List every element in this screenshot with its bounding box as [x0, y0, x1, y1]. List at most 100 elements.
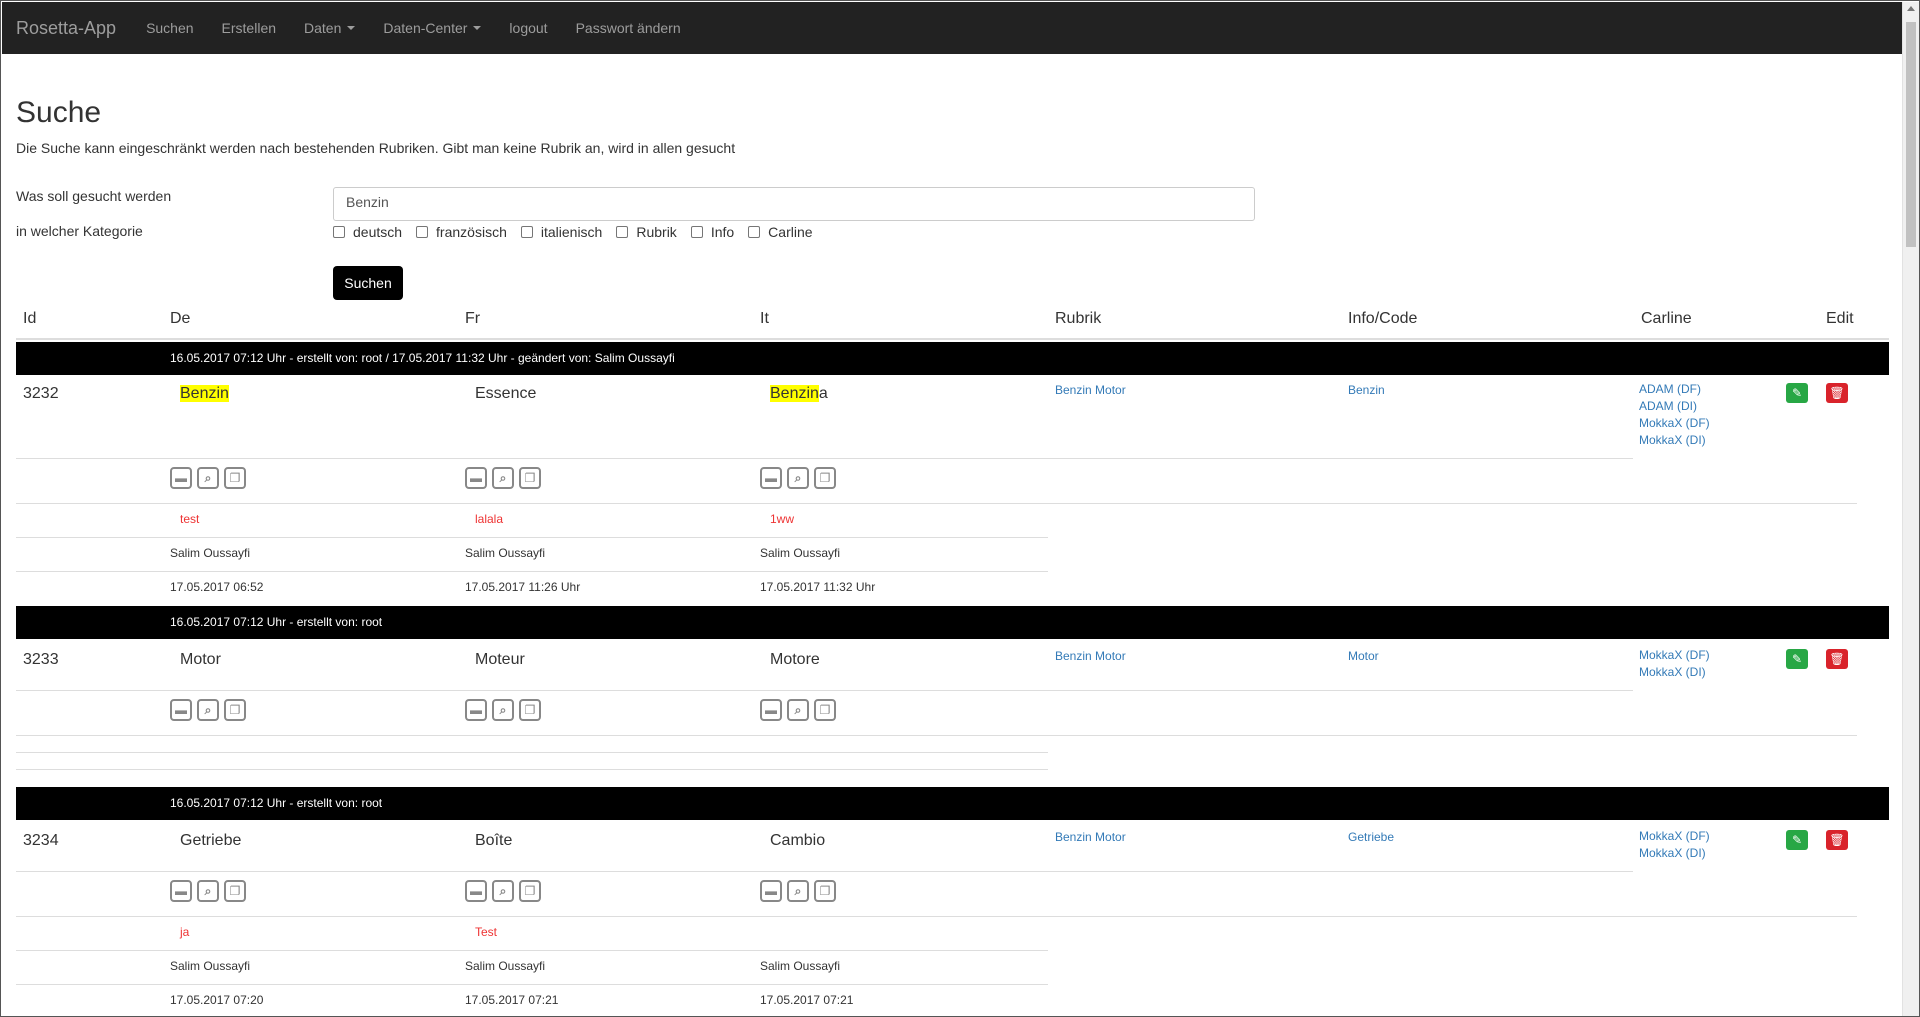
row-meta-bar: 16.05.2017 07:12 Uhr - erstellt von: roo…: [16, 606, 1889, 639]
checkbox-label: Carline: [768, 224, 813, 240]
nav-logout[interactable]: logout: [509, 20, 547, 36]
brand[interactable]: Rosetta-App: [16, 18, 116, 39]
pencil-icon: ✎: [1791, 833, 1803, 847]
edit-button[interactable]: ✎: [1786, 649, 1808, 669]
divider: [16, 769, 1048, 770]
cell-info[interactable]: Benzin: [1348, 383, 1385, 397]
search-icon[interactable]: ⌕: [492, 699, 514, 721]
search-icon[interactable]: ⌕: [787, 880, 809, 902]
copy-icon[interactable]: ❐: [519, 699, 541, 721]
comment-icon[interactable]: ▬: [760, 467, 782, 489]
checkbox-deutsch[interactable]: deutsch: [333, 224, 402, 240]
copy-icon[interactable]: ❐: [224, 880, 246, 902]
copy-icon[interactable]: ❐: [224, 699, 246, 721]
author-it: Salim Oussayfi: [760, 546, 841, 560]
search-icon[interactable]: ⌕: [787, 467, 809, 489]
de-actions: ▬ ⌕ ❐: [170, 880, 251, 902]
nav-daten-center-dropdown[interactable]: Daten-Center: [383, 20, 482, 36]
carline-link[interactable]: ADAM (DF): [1639, 381, 1710, 398]
search-input[interactable]: Benzin: [333, 187, 1255, 221]
carline-link[interactable]: ADAM (DI): [1639, 398, 1710, 415]
delete-button[interactable]: 🗑: [1826, 383, 1848, 403]
pencil-icon: ✎: [1791, 652, 1803, 666]
nav-logout-label: logout: [509, 20, 548, 36]
row-meta-bar: 16.05.2017 07:12 Uhr - erstellt von: roo…: [16, 342, 1889, 375]
cell-rubrik[interactable]: Benzin Motor: [1055, 649, 1126, 663]
comment-de: test: [180, 512, 200, 526]
highlight: Benzin: [180, 385, 229, 402]
edit-button[interactable]: ✎: [1786, 383, 1808, 403]
nav-passwort-aendern[interactable]: Passwort ändern: [576, 20, 681, 36]
nav-erstellen[interactable]: Erstellen: [222, 20, 276, 36]
nav-suchen-label: Suchen: [146, 20, 194, 36]
carline-link[interactable]: MokkaX (DI): [1639, 664, 1710, 681]
comment-icon[interactable]: ▬: [760, 880, 782, 902]
carline-link[interactable]: MokkaX (DF): [1639, 415, 1710, 432]
nav-suchen[interactable]: Suchen: [146, 20, 193, 36]
checkbox-carline[interactable]: Carline: [748, 224, 813, 240]
nav-daten-dropdown[interactable]: Daten: [304, 20, 356, 36]
checkbox-info[interactable]: Info: [690, 224, 734, 240]
copy-icon[interactable]: ❐: [224, 467, 246, 489]
col-it: It: [760, 310, 769, 327]
copy-icon[interactable]: ❐: [814, 880, 836, 902]
cell-rubrik[interactable]: Benzin Motor: [1055, 830, 1126, 844]
author-fr: Salim Oussayfi: [465, 959, 546, 973]
cell-fr: Essence: [475, 385, 537, 402]
copy-icon[interactable]: ❐: [814, 699, 836, 721]
divider: [16, 871, 1633, 872]
comment-icon[interactable]: ▬: [170, 880, 192, 902]
checkbox-box[interactable]: [520, 226, 533, 238]
divider: [16, 916, 1857, 917]
search-icon[interactable]: ⌕: [787, 699, 809, 721]
scrollbar-thumb[interactable]: [1906, 22, 1916, 247]
comment-icon[interactable]: ▬: [170, 467, 192, 489]
divider: [16, 571, 1048, 572]
copy-icon[interactable]: ❐: [814, 467, 836, 489]
scroll-up-arrow-icon[interactable]: [1907, 6, 1915, 11]
search-icon[interactable]: ⌕: [197, 467, 219, 489]
vertical-scrollbar[interactable]: [1902, 2, 1919, 1016]
date-it: 17.05.2017 11:32 Uhr: [760, 580, 876, 594]
search-icon[interactable]: ⌕: [492, 880, 514, 902]
search-icon[interactable]: ⌕: [197, 699, 219, 721]
carline-link[interactable]: MokkaX (DI): [1639, 432, 1710, 449]
fr-actions: ▬ ⌕ ❐: [465, 699, 546, 721]
checkbox-rubrik[interactable]: Rubrik: [616, 224, 677, 240]
checkbox-box[interactable]: [333, 226, 345, 238]
copy-icon[interactable]: ❐: [519, 880, 541, 902]
carline-link[interactable]: MokkaX (DI): [1639, 845, 1710, 862]
date-fr: 17.05.2017 11:26 Uhr: [465, 580, 581, 594]
checkbox-box[interactable]: [690, 226, 703, 238]
checkbox-box[interactable]: [748, 226, 761, 238]
search-icon[interactable]: ⌕: [492, 467, 514, 489]
comment-icon[interactable]: ▬: [465, 467, 487, 489]
category-checkboxes: deutsch französisch italienisch Rubrik I…: [333, 224, 827, 240]
checkbox-italienisch[interactable]: italienisch: [520, 224, 602, 240]
cell-info[interactable]: Getriebe: [1348, 830, 1394, 844]
checkbox-box[interactable]: [616, 226, 629, 238]
comment-icon[interactable]: ▬: [760, 699, 782, 721]
search-button[interactable]: Suchen: [333, 266, 403, 300]
comment-icon[interactable]: ▬: [465, 699, 487, 721]
comment-de: ja: [180, 925, 190, 939]
delete-button[interactable]: 🗑: [1826, 649, 1848, 669]
trash-icon: 🗑: [1829, 833, 1845, 847]
cell-carline: ADAM (DF) ADAM (DI) MokkaX (DF) MokkaX (…: [1639, 381, 1710, 449]
col-rubrik: Rubrik: [1055, 310, 1102, 327]
row-id: 3233: [23, 651, 59, 668]
cell-rubrik[interactable]: Benzin Motor: [1055, 383, 1126, 397]
carline-link[interactable]: MokkaX (DF): [1639, 647, 1710, 664]
cell-info[interactable]: Motor: [1348, 649, 1379, 663]
delete-button[interactable]: 🗑: [1826, 830, 1848, 850]
checkbox-franzoesisch[interactable]: französisch: [416, 224, 507, 240]
comment-icon[interactable]: ▬: [170, 699, 192, 721]
search-icon[interactable]: ⌕: [197, 880, 219, 902]
category-label: in welcher Kategorie: [16, 223, 143, 239]
carline-link[interactable]: MokkaX (DF): [1639, 828, 1710, 845]
comment-icon[interactable]: ▬: [465, 880, 487, 902]
edit-button[interactable]: ✎: [1786, 830, 1808, 850]
row-id: 3232: [23, 385, 59, 402]
copy-icon[interactable]: ❐: [519, 467, 541, 489]
checkbox-box[interactable]: [416, 226, 429, 238]
